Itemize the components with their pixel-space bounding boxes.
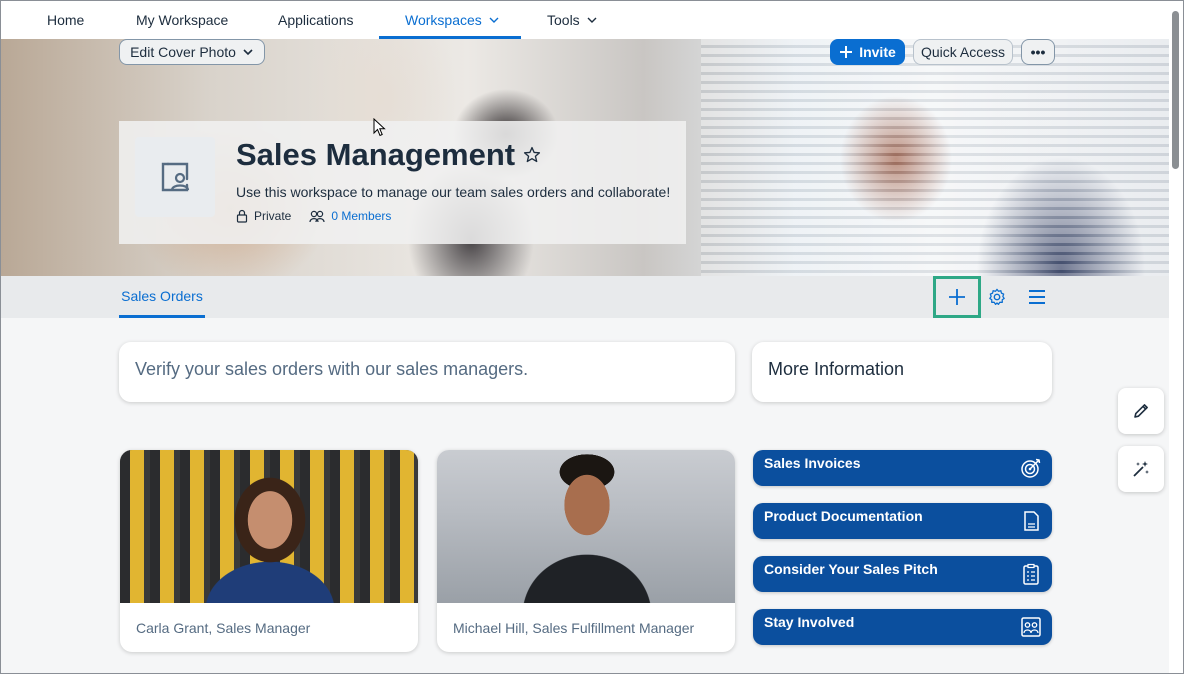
people-presentation-icon: [1021, 617, 1041, 637]
link-tile-label: Product Documentation: [764, 508, 923, 524]
link-tile-sales-invoices[interactable]: Sales Invoices: [753, 450, 1052, 486]
target-icon: [1021, 458, 1041, 478]
workspace-header-card: Sales Management Use this workspace to m…: [119, 121, 686, 244]
checklist-icon: [1023, 563, 1039, 585]
person-card[interactable]: Michael Hill, Sales Fulfillment Manager: [437, 450, 735, 652]
invite-label: Invite: [859, 44, 896, 60]
active-nav-indicator: [379, 36, 521, 39]
plus-icon: [840, 46, 853, 58]
workspace-description: Use this workspace to manage our team sa…: [236, 184, 671, 200]
nav-my-workspace[interactable]: My Workspace: [136, 1, 228, 39]
link-tile-sales-pitch[interactable]: Consider Your Sales Pitch: [753, 556, 1052, 592]
nav-tools-label: Tools: [547, 12, 580, 28]
person-caption: Michael Hill, Sales Fulfillment Manager: [453, 620, 695, 636]
verify-text: Verify your sales orders with our sales …: [135, 359, 529, 379]
more-options-button[interactable]: •••: [1021, 39, 1055, 65]
link-tile-stay-involved[interactable]: Stay Involved: [753, 609, 1052, 645]
chevron-down-icon: [489, 17, 499, 23]
link-tile-label: Sales Invoices: [764, 455, 861, 471]
nav-applications[interactable]: Applications: [278, 1, 354, 39]
workspace-title: Sales Management: [236, 137, 541, 173]
workspace-title-text: Sales Management: [236, 137, 516, 172]
settings-icon: [989, 288, 1005, 306]
lock-icon: [236, 209, 248, 223]
mouse-cursor-icon: [373, 118, 386, 137]
person-photo: [120, 450, 418, 603]
nav-my-workspace-label: My Workspace: [136, 12, 229, 28]
cover-photo-blinds: [701, 39, 1169, 276]
members-icon: [309, 210, 325, 223]
invite-button[interactable]: Invite: [830, 39, 905, 65]
person-card[interactable]: Carla Grant, Sales Manager: [120, 450, 418, 652]
workspace-meta: Private 0 Members: [236, 209, 391, 223]
settings-button[interactable]: [977, 276, 1017, 318]
favorite-star-icon[interactable]: [523, 146, 541, 164]
chevron-down-icon: [243, 49, 253, 56]
chevron-down-icon: [587, 17, 597, 23]
workspace-avatar: [135, 137, 215, 217]
add-icon: [949, 289, 965, 305]
active-tab-indicator: [119, 315, 205, 318]
link-tile-product-documentation[interactable]: Product Documentation: [753, 503, 1052, 539]
more-options-icon: •••: [1030, 44, 1046, 60]
more-information-card: More Information: [752, 342, 1052, 402]
add-section-button[interactable]: [937, 276, 977, 318]
link-tile-label: Stay Involved: [764, 614, 855, 630]
tab-sales-orders[interactable]: Sales Orders: [119, 276, 205, 318]
nav-workspaces[interactable]: Workspaces: [405, 1, 500, 39]
top-navigation: Home My Workspace Applications Workspace…: [1, 1, 1169, 39]
menu-icon: [1029, 290, 1045, 304]
nav-tools[interactable]: Tools: [547, 1, 598, 39]
members-link[interactable]: 0 Members: [331, 209, 391, 223]
person-caption: Carla Grant, Sales Manager: [136, 620, 311, 636]
quick-access-button[interactable]: Quick Access: [913, 39, 1013, 65]
edit-cover-photo-button[interactable]: Edit Cover Photo: [119, 39, 265, 65]
edit-cover-photo-label: Edit Cover Photo: [130, 44, 236, 60]
more-information-title: More Information: [768, 359, 905, 379]
edit-page-button[interactable]: [1118, 388, 1164, 434]
scrollbar-thumb[interactable]: [1172, 11, 1179, 169]
privacy-label: Private: [254, 209, 292, 223]
quick-access-label: Quick Access: [920, 44, 1006, 60]
workspace-profile-icon: [161, 162, 190, 192]
page-tab-bar: Sales Orders: [1, 276, 1169, 318]
menu-button[interactable]: [1017, 276, 1057, 318]
cover-photo: Edit Cover Photo Invite Quick Access •••…: [1, 39, 1169, 276]
nav-home-label: Home: [47, 12, 85, 28]
vertical-scrollbar[interactable]: [1169, 1, 1183, 673]
nav-applications-label: Applications: [278, 12, 354, 28]
verify-text-card: Verify your sales orders with our sales …: [119, 342, 735, 402]
link-tile-label: Consider Your Sales Pitch: [764, 561, 938, 577]
ai-assist-button[interactable]: [1118, 446, 1164, 492]
edit-icon: [1134, 404, 1148, 418]
document-icon: [1024, 511, 1039, 531]
person-photo: [437, 450, 735, 603]
magic-wand-icon: [1133, 461, 1149, 477]
nav-workspaces-label: Workspaces: [405, 12, 482, 28]
nav-home[interactable]: Home: [47, 1, 84, 39]
